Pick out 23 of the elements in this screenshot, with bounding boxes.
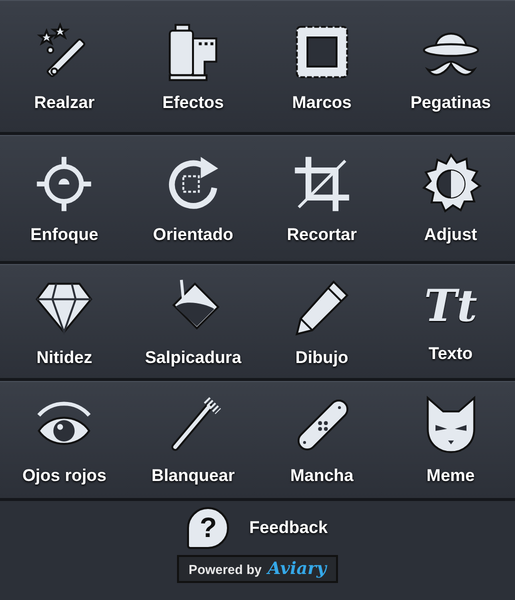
text-style-icon: Tt <box>424 280 478 334</box>
tool-button[interactable]: Pegatinas <box>386 1 515 132</box>
tool-button[interactable]: Marcos <box>258 1 386 132</box>
tool-button[interactable]: Efectos <box>128 1 258 132</box>
tool-button[interactable]: Blanquear <box>128 382 258 498</box>
tool-button[interactable]: Ojos rojos <box>0 382 129 498</box>
badge-text: Powered by <box>188 562 262 576</box>
brightness-icon <box>420 152 482 214</box>
tool-button[interactable]: Tt Texto <box>386 265 515 378</box>
powered-by-badge[interactable]: Powered by Aviary <box>176 555 338 583</box>
brand-logo: Aviary <box>268 559 326 579</box>
tool-button[interactable]: Recortar <box>258 136 386 261</box>
tool-button[interactable]: Salpicadura <box>128 265 258 378</box>
tool-button[interactable]: Dibujo <box>258 265 386 378</box>
help-bubble-icon: ? <box>187 507 230 549</box>
tool-button[interactable]: Adjust <box>386 136 515 261</box>
tool-button[interactable]: Realzar <box>0 1 129 132</box>
tool-button[interactable]: Nitidez <box>0 265 129 378</box>
tool-button[interactable]: Orientado <box>128 136 258 261</box>
tool-button[interactable]: Enfoque <box>0 136 129 261</box>
tool-button[interactable]: Meme <box>386 382 515 498</box>
feedback-button[interactable]: ? Feedback <box>187 507 328 549</box>
tool-button[interactable]: Mancha <box>258 382 386 498</box>
